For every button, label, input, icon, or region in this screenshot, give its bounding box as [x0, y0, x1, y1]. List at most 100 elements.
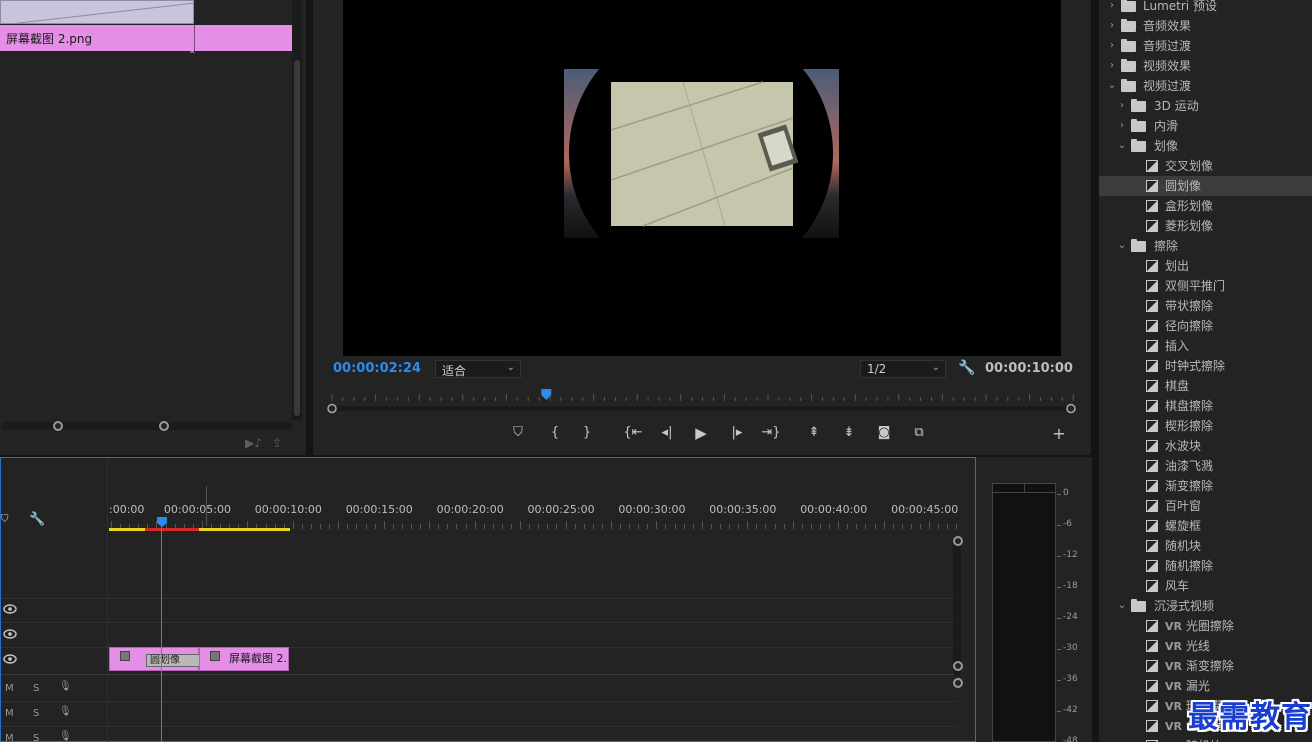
- chevron-down-icon[interactable]: ⌄: [1117, 236, 1127, 256]
- effect-item[interactable]: 随机擦除: [1099, 556, 1312, 576]
- project-clip-item[interactable]: 屏幕截图 2.png: [0, 25, 292, 51]
- chevron-right-icon[interactable]: ›: [1107, 56, 1117, 76]
- go-to-in-icon[interactable]: {⇤: [621, 425, 645, 440]
- eye-icon[interactable]: [3, 604, 17, 614]
- effect-item[interactable]: 风车: [1099, 576, 1312, 596]
- chevron-down-icon[interactable]: ⌄: [1107, 76, 1117, 96]
- microphone-icon[interactable]: 🎙: [59, 706, 72, 717]
- effect-item[interactable]: 圆划像: [1099, 176, 1312, 196]
- mute-button[interactable]: M: [5, 733, 14, 742]
- video-scrollbar[interactable]: [953, 536, 961, 676]
- mute-button[interactable]: M: [5, 683, 14, 694]
- go-to-out-icon[interactable]: ⇥}: [759, 425, 783, 440]
- timeline-clip-b[interactable]: 屏幕截图 2.: [199, 647, 289, 671]
- effect-item[interactable]: 径向擦除: [1099, 316, 1312, 336]
- automate-to-sequence-icon[interactable]: ▶♪: [245, 436, 262, 450]
- camera-icon[interactable]: ◙: [872, 425, 896, 440]
- effect-item[interactable]: 油漆飞溅: [1099, 456, 1312, 476]
- wrench-icon[interactable]: 🔧: [29, 512, 45, 527]
- effects-folder[interactable]: ⌄ 视频过渡: [1099, 76, 1312, 96]
- chevron-down-icon[interactable]: ⌄: [1117, 596, 1127, 616]
- effects-folder[interactable]: ⌄ 擦除: [1099, 236, 1312, 256]
- extract-icon[interactable]: ⇟: [837, 425, 861, 440]
- zoom-scrollbar[interactable]: [2, 422, 292, 430]
- effect-label: 3D 运动: [1154, 99, 1199, 113]
- solo-button[interactable]: S: [33, 708, 39, 719]
- effect-item[interactable]: 带状擦除: [1099, 296, 1312, 316]
- chevron-right-icon[interactable]: ›: [1107, 0, 1117, 16]
- effects-folder[interactable]: ⌄ 沉浸式视频: [1099, 596, 1312, 616]
- effect-item[interactable]: 插入: [1099, 336, 1312, 356]
- eye-icon[interactable]: [3, 629, 17, 639]
- add-marker-icon[interactable]: ⛉: [506, 425, 530, 440]
- effects-folder[interactable]: › 内滑: [1099, 116, 1312, 136]
- solo-button[interactable]: S: [33, 683, 39, 694]
- effect-item[interactable]: VR 光圈擦除: [1099, 616, 1312, 636]
- play-icon[interactable]: ▶: [689, 424, 713, 442]
- scroll-handle[interactable]: [953, 661, 963, 671]
- comparison-view-icon[interactable]: ⧉: [907, 425, 931, 440]
- effect-item[interactable]: 划出: [1099, 256, 1312, 276]
- transition-label[interactable]: 圆划像: [146, 654, 200, 667]
- wrench-icon[interactable]: 🔧: [958, 360, 975, 376]
- effects-folder[interactable]: ⌄ 划像: [1099, 136, 1312, 156]
- effects-folder[interactable]: › 音频效果: [1099, 16, 1312, 36]
- effect-item[interactable]: 渐变擦除: [1099, 476, 1312, 496]
- step-back-icon[interactable]: ◂|: [655, 425, 679, 440]
- effect-item[interactable]: 盒形划像: [1099, 196, 1312, 216]
- effect-item[interactable]: VR 渐变擦除: [1099, 656, 1312, 676]
- effect-item[interactable]: 百叶窗: [1099, 496, 1312, 516]
- chevron-right-icon[interactable]: ›: [1107, 16, 1117, 36]
- effect-item[interactable]: 螺旋框: [1099, 516, 1312, 536]
- scroll-handle[interactable]: [953, 536, 963, 546]
- effects-folder[interactable]: › 3D 运动: [1099, 96, 1312, 116]
- mark-out-icon[interactable]: }: [575, 425, 599, 440]
- resolution-dropdown[interactable]: 1/2 ⌄: [860, 360, 946, 378]
- effect-item[interactable]: 楔形擦除: [1099, 416, 1312, 436]
- effect-item[interactable]: VR 光线: [1099, 636, 1312, 656]
- effects-folder[interactable]: › 音频过渡: [1099, 36, 1312, 56]
- add-button-icon[interactable]: +: [1047, 424, 1071, 443]
- caret-up-icon[interactable]: ⌃: [188, 50, 196, 61]
- mark-in-icon[interactable]: {: [543, 425, 567, 440]
- clip-thumbnail[interactable]: [0, 0, 194, 24]
- effect-item[interactable]: 随机块: [1099, 536, 1312, 556]
- meter-scale-label: -48: [1063, 736, 1078, 742]
- mute-button[interactable]: M: [5, 708, 14, 719]
- effect-label: 随机块: [1165, 539, 1202, 553]
- chevron-down-icon[interactable]: ⌄: [1117, 136, 1127, 156]
- export-icon[interactable]: ⇪: [272, 436, 282, 450]
- microphone-icon[interactable]: 🎙: [59, 731, 72, 742]
- timeline-clip-a[interactable]: 圆划像: [109, 647, 200, 671]
- effect-item[interactable]: 时钟式擦除: [1099, 356, 1312, 376]
- chevron-right-icon[interactable]: ›: [1117, 96, 1127, 116]
- monitor-scrubber[interactable]: [325, 386, 1077, 418]
- effect-item[interactable]: 菱形划像: [1099, 216, 1312, 236]
- track-divider: [1, 701, 956, 702]
- effect-item[interactable]: 棋盘擦除: [1099, 396, 1312, 416]
- chevron-right-icon[interactable]: ›: [1117, 116, 1127, 136]
- effect-item[interactable]: 棋盘: [1099, 376, 1312, 396]
- effect-item[interactable]: 水波块: [1099, 436, 1312, 456]
- ruler-tick: [610, 521, 612, 529]
- zoom-dropdown[interactable]: 适合 ⌄: [435, 360, 521, 378]
- zoom-handle-left[interactable]: [53, 421, 63, 431]
- current-timecode[interactable]: 00:00:02:24: [333, 361, 421, 376]
- timeline-playhead[interactable]: [156, 516, 168, 528]
- step-forward-icon[interactable]: |▸: [725, 425, 749, 440]
- effects-folder[interactable]: › Lumetri 预设: [1099, 0, 1312, 16]
- effect-item[interactable]: 交叉划像: [1099, 156, 1312, 176]
- effects-folder[interactable]: › 视频效果: [1099, 56, 1312, 76]
- effect-item[interactable]: 双侧平推门: [1099, 276, 1312, 296]
- marker-icon[interactable]: ⛉: [1, 514, 9, 525]
- eye-icon[interactable]: [3, 654, 17, 664]
- solo-button[interactable]: S: [33, 733, 39, 742]
- effect-label: 水波块: [1165, 439, 1202, 453]
- vertical-scrollbar-thumb[interactable]: [294, 60, 300, 416]
- zoom-handle-right[interactable]: [159, 421, 169, 431]
- microphone-icon[interactable]: 🎙: [59, 681, 72, 692]
- scroll-handle[interactable]: [953, 678, 963, 688]
- effect-item[interactable]: VR 随机块: [1099, 736, 1312, 742]
- lift-icon[interactable]: ⇞: [802, 425, 826, 440]
- chevron-right-icon[interactable]: ›: [1107, 36, 1117, 56]
